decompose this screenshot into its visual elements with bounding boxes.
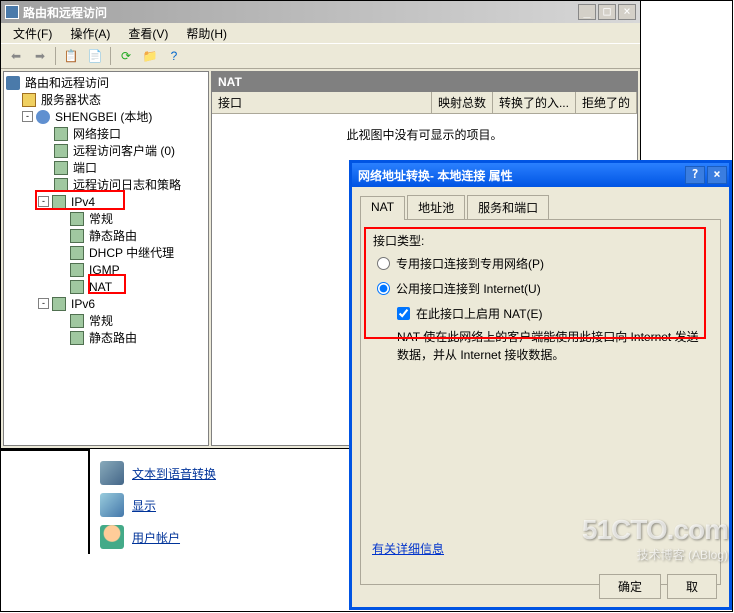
radio-public-input[interactable] <box>377 282 390 295</box>
checkbox-nat-input[interactable] <box>397 307 410 320</box>
radio-private[interactable]: 专用接口连接到专用网络(P) <box>377 255 708 272</box>
interface-icon <box>54 144 68 158</box>
globe-icon <box>36 110 50 124</box>
tree-remote-log[interactable]: 远程访问日志和策略 <box>71 175 183 194</box>
right-header: NAT <box>212 72 637 92</box>
forward-button[interactable]: ➡ <box>29 45 51 67</box>
display-icon <box>100 493 124 517</box>
tree-ipv4-dhcp[interactable]: DHCP 中继代理 <box>87 243 176 262</box>
col-mappings[interactable]: 映射总数 <box>432 92 493 113</box>
tabs: NAT 地址池 服务和端口 <box>360 195 721 219</box>
interface-icon <box>70 263 84 277</box>
window-title: 路由和远程访问 <box>23 4 578 21</box>
tree-ipv6[interactable]: IPv6 <box>69 296 97 312</box>
menu-help[interactable]: 帮助(H) <box>178 23 235 44</box>
column-headers: 接口 映射总数 转换了的入... 拒绝了的 <box>212 92 637 114</box>
interface-icon <box>52 195 66 209</box>
radio-public[interactable]: 公用接口连接到 Internet(U) <box>377 280 708 297</box>
menu-view[interactable]: 查看(V) <box>120 23 176 44</box>
tab-nat[interactable]: NAT <box>360 196 405 220</box>
menubar: 文件(F) 操作(A) 查看(V) 帮助(H) <box>1 23 640 43</box>
refresh-button[interactable]: ⟳ <box>115 45 137 67</box>
server-icon <box>6 76 20 90</box>
dialog-close-button[interactable]: × <box>707 166 727 184</box>
nat-description: NAT 使在此网络上的客户端能使用此接口向 Internet 发送数据，并从 I… <box>397 328 708 364</box>
dialog-title: 网络地址转换- 本地连接 属性 <box>358 167 685 184</box>
minimize-button[interactable]: _ <box>578 4 596 20</box>
menu-action[interactable]: 操作(A) <box>62 23 118 44</box>
toolbar: ⬅ ➡ 📋 📄 ⟳ 📁 ? <box>1 43 640 69</box>
tts-icon <box>100 461 124 485</box>
tab-content: 接口类型: 专用接口连接到专用网络(P) 公用接口连接到 Internet(U)… <box>360 219 721 585</box>
col-translated[interactable]: 转换了的入... <box>493 92 576 113</box>
interface-icon <box>54 178 68 192</box>
tree-ipv4[interactable]: IPv4 <box>69 194 97 210</box>
col-rejected[interactable]: 拒绝了的 <box>576 92 637 113</box>
help-button[interactable]: ? <box>163 45 185 67</box>
col-interface[interactable]: 接口 <box>212 92 432 113</box>
tree-panel[interactable]: 路由和远程访问 服务器状态 -SHENGBEI (本地) 网络接口 远程访问客户… <box>3 71 209 446</box>
menu-file[interactable]: 文件(F) <box>5 23 60 44</box>
interface-icon <box>70 246 84 260</box>
tree-ipv6-static[interactable]: 静态路由 <box>87 328 139 347</box>
ok-button[interactable]: 确定 <box>599 574 661 599</box>
cp-display[interactable]: 显示 <box>98 489 342 521</box>
interface-icon <box>70 314 84 328</box>
interface-type-label: 接口类型: <box>373 232 708 249</box>
dialog-help-button[interactable]: ? <box>685 166 705 184</box>
interface-icon <box>52 297 66 311</box>
cp-user[interactable]: 用户帐户 <box>98 521 342 553</box>
interface-icon <box>70 212 84 226</box>
user-icon <box>100 525 124 549</box>
toolbar-icon-2[interactable]: 📄 <box>84 45 106 67</box>
interface-icon <box>70 229 84 243</box>
properties-dialog: 网络地址转换- 本地连接 属性 ? × NAT 地址池 服务和端口 接口类型: … <box>349 160 732 610</box>
toolbar-icon-3[interactable]: 📁 <box>139 45 161 67</box>
expander-icon[interactable]: - <box>22 111 33 122</box>
maximize-button[interactable]: □ <box>598 4 616 20</box>
bottom-left-fragment <box>0 449 90 554</box>
details-link[interactable]: 有关详细信息 <box>372 540 444 557</box>
cp-tts[interactable]: 文本到语音转换 <box>98 457 342 489</box>
back-button[interactable]: ⬅ <box>5 45 27 67</box>
expander-icon[interactable]: - <box>38 298 49 309</box>
app-icon <box>5 5 19 19</box>
radio-private-input[interactable] <box>377 257 390 270</box>
interface-icon <box>54 127 68 141</box>
tab-address-pool[interactable]: 地址池 <box>407 195 465 219</box>
cancel-button[interactable]: 取 <box>667 574 717 599</box>
dialog-titlebar: 网络地址转换- 本地连接 属性 ? × <box>352 163 729 187</box>
expander-icon[interactable]: - <box>38 196 49 207</box>
tree-ipv4-igmp[interactable]: IGMP <box>87 262 122 278</box>
tree-ipv4-nat[interactable]: NAT <box>87 279 114 295</box>
folder-icon <box>22 93 36 107</box>
checkbox-nat[interactable]: 在此接口上启用 NAT(E) <box>397 305 708 322</box>
control-panel-items: 文本到语音转换 显示 用户帐户 <box>90 449 350 561</box>
toolbar-icon-1[interactable]: 📋 <box>60 45 82 67</box>
interface-icon <box>70 331 84 345</box>
interface-icon <box>54 161 68 175</box>
close-button[interactable]: × <box>618 4 636 20</box>
interface-icon <box>70 280 84 294</box>
tab-services[interactable]: 服务和端口 <box>467 195 549 219</box>
main-titlebar: 路由和远程访问 _ □ × <box>1 1 640 23</box>
